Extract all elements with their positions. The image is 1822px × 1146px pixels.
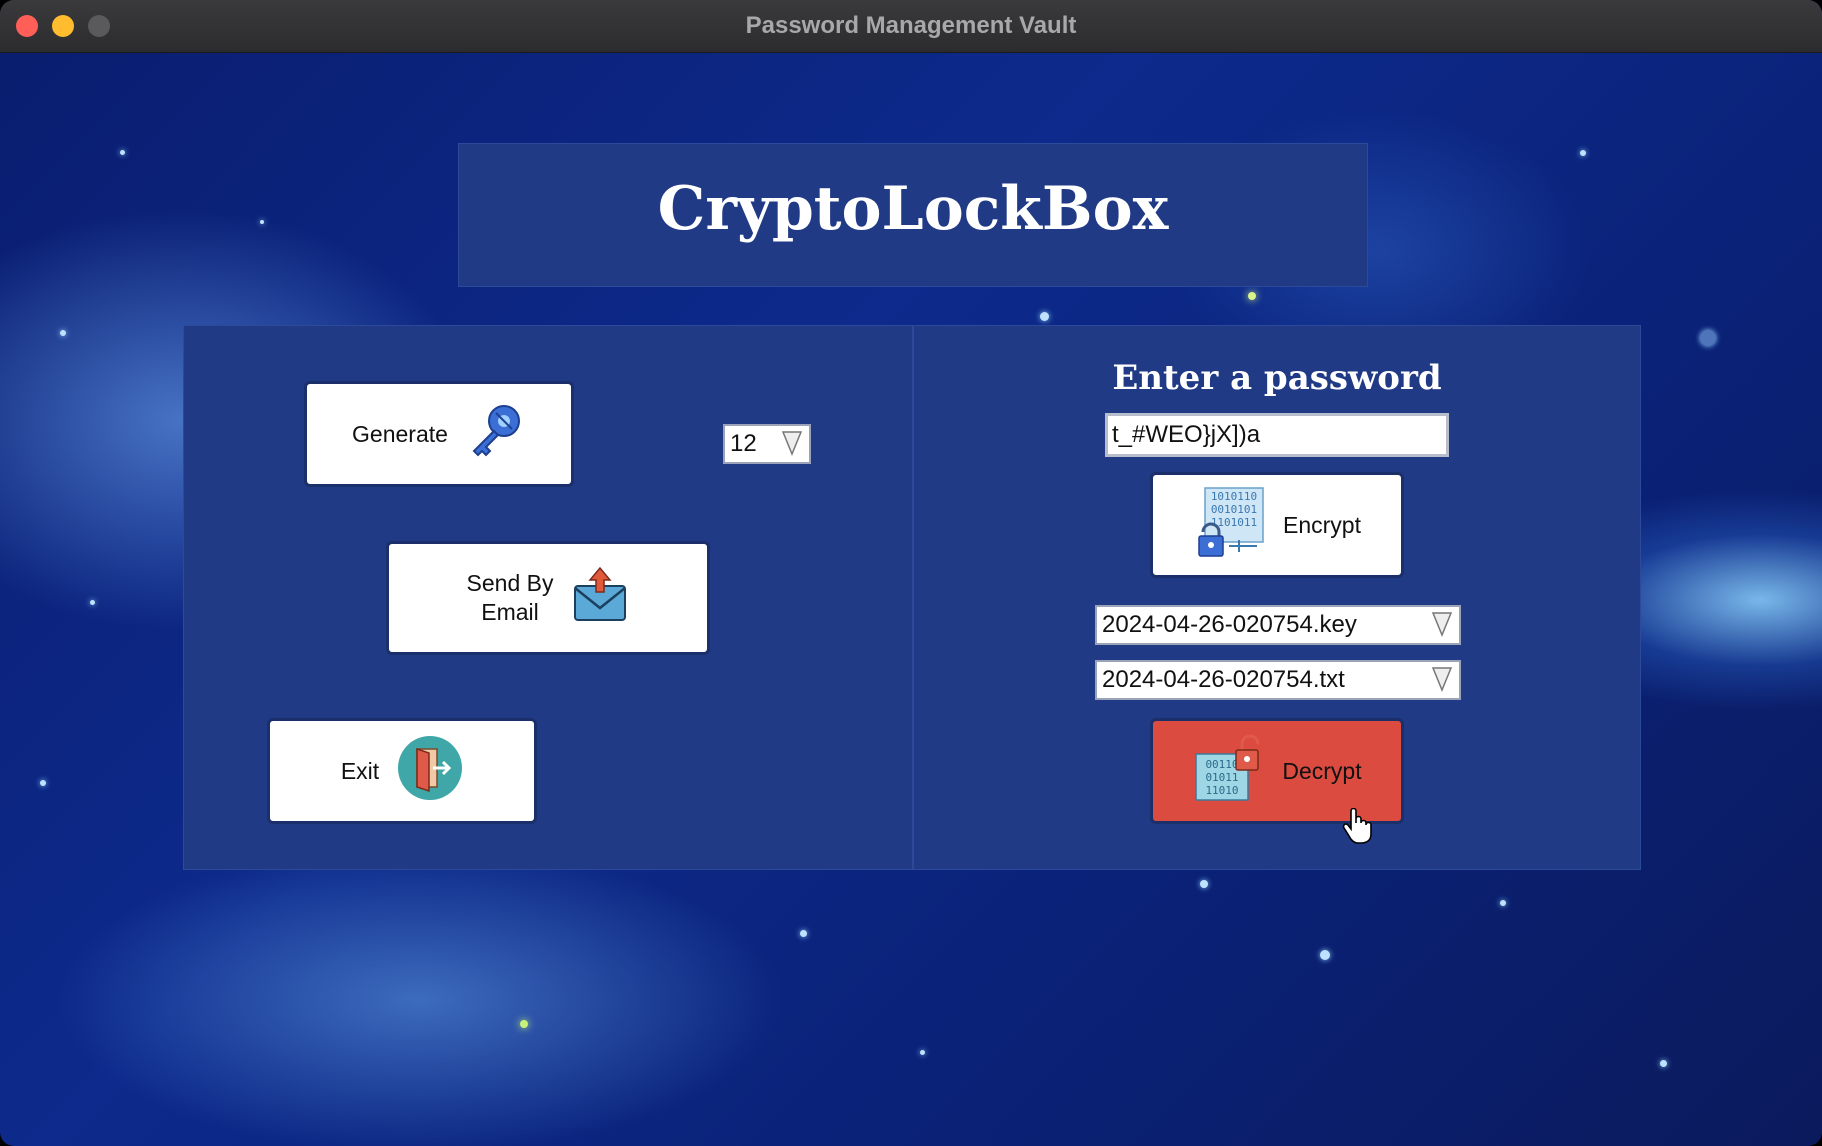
chevron-down-icon — [1431, 667, 1453, 692]
key-file-value: 2024-04-26-020754.key — [1102, 611, 1357, 638]
svg-text:00110: 00110 — [1206, 758, 1239, 771]
generate-button[interactable]: Generate — [304, 381, 574, 487]
encrypted-file-select[interactable]: 2024-04-26-020754.txt — [1095, 660, 1461, 700]
password-input[interactable] — [1105, 413, 1449, 457]
key-icon — [466, 401, 526, 467]
window-title: Password Management Vault — [745, 12, 1077, 39]
send-by-email-button[interactable]: Send By Email — [386, 541, 710, 655]
app-window: Password Management Vault CryptoLockBox … — [0, 0, 1822, 1146]
svg-text:01011: 01011 — [1206, 771, 1239, 784]
binary-unlock-icon: 00110 01011 11010 — [1192, 732, 1264, 810]
title-bar: Password Management Vault — [0, 0, 1822, 53]
password-length-select[interactable]: 12 — [723, 424, 811, 464]
encrypt-button[interactable]: 1010110 0010101 1101011 Encrypt — [1150, 472, 1404, 578]
key-file-select[interactable]: 2024-04-26-020754.key — [1095, 605, 1461, 645]
exit-button[interactable]: Exit — [267, 718, 537, 824]
generate-button-label: Generate — [352, 420, 448, 447]
exit-button-label: Exit — [340, 757, 380, 784]
chevron-down-icon — [1431, 612, 1453, 637]
encryption-panel: Enter a password 1010110 0010101 1101011… — [913, 325, 1641, 870]
chevron-down-icon — [781, 431, 803, 456]
decrypt-button-label: Decrypt — [1282, 757, 1362, 784]
svg-text:0010101: 0010101 — [1211, 503, 1257, 516]
generator-panel: Generate 12 Send By Email Exit — [183, 325, 913, 870]
send-label-line2: Email — [481, 599, 539, 625]
password-length-value: 12 — [730, 430, 757, 457]
envelope-upload-icon — [571, 566, 629, 630]
binary-lock-icon: 1010110 0010101 1101011 — [1193, 486, 1265, 564]
hand-cursor-icon — [1342, 807, 1372, 849]
send-label-line1: Send By — [466, 570, 554, 596]
brand-panel: CryptoLockBox — [458, 143, 1368, 287]
door-exit-icon — [397, 735, 463, 807]
svg-text:11010: 11010 — [1206, 784, 1239, 797]
password-heading: Enter a password — [1112, 358, 1442, 398]
encrypt-button-label: Encrypt — [1283, 511, 1361, 538]
app-brand-title: CryptoLockBox — [657, 174, 1169, 244]
svg-text:1010110: 1010110 — [1211, 490, 1257, 503]
send-by-email-label: Send By Email — [467, 569, 554, 627]
encrypted-file-value: 2024-04-26-020754.txt — [1102, 666, 1345, 693]
